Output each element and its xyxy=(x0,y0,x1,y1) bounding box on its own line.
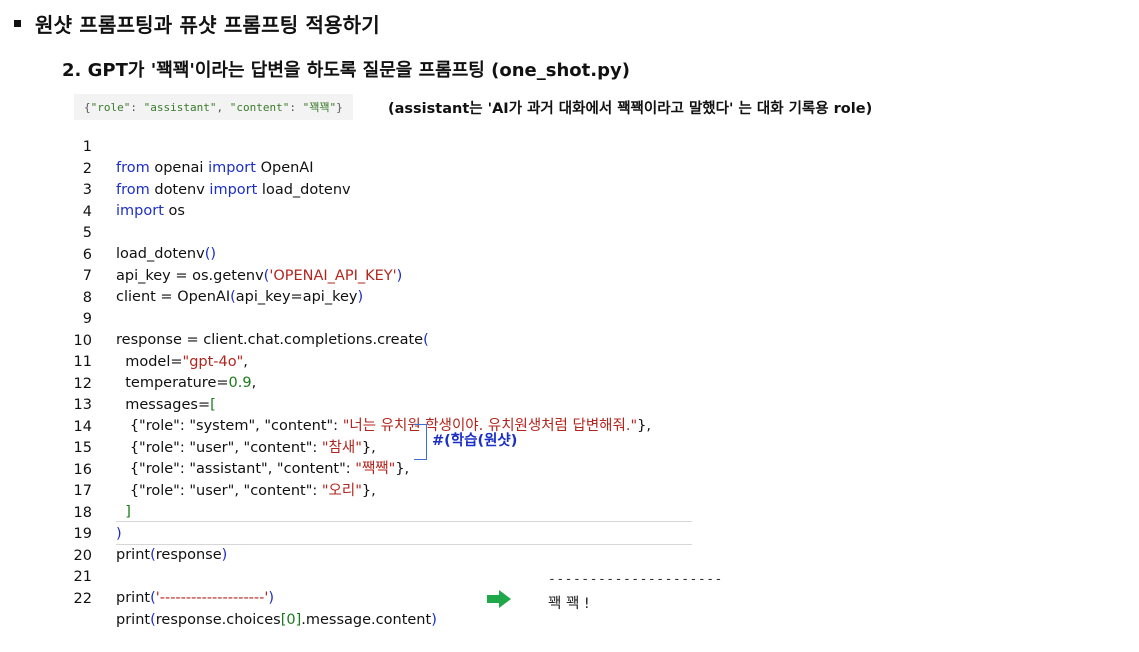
paren: ) xyxy=(221,547,228,563)
code-line-10: model="gpt-4o", xyxy=(60,331,248,370)
code-text: dotenv xyxy=(149,181,210,198)
code-text: {"role": "assistant", "content": xyxy=(116,461,356,477)
code-text: api_key = os.getenv xyxy=(116,267,264,284)
snippet-colon-2: : xyxy=(289,100,303,114)
code-line-13: {"role": "system", "content": "너는 유치원 학생… xyxy=(60,395,651,434)
code-line-2: from dotenv import load_dotenv xyxy=(60,159,351,198)
code-text: {"role": "user", "content": xyxy=(116,439,322,456)
paren: ( xyxy=(423,332,429,348)
code-text: }, xyxy=(361,439,376,456)
code-text: openai xyxy=(149,160,209,176)
string-literal: "오리" xyxy=(321,482,362,499)
paren: ) xyxy=(116,525,122,542)
code-text: load_dotenv xyxy=(257,181,351,198)
code-text: .message.content xyxy=(301,611,432,628)
code-text: }, xyxy=(361,482,376,499)
code-text: response = client.chat.completions.creat… xyxy=(116,332,424,348)
code-text: }, xyxy=(395,461,410,477)
assistant-note: (assistant는 'AI가 과거 대화에서 꽥꽥이라고 말했다' 는 대화… xyxy=(388,101,873,117)
paren: ) xyxy=(431,611,437,628)
code-text: client = OpenAI xyxy=(116,289,231,305)
subtitle: 2. GPT가 '꽥꽥'이라는 답변을 하도록 질문을 프롬프팅 (one_sh… xyxy=(62,60,630,81)
number-literal: 0.9 xyxy=(228,375,252,391)
code-line-21: print('--------------------') xyxy=(60,567,274,606)
code-text: }, xyxy=(637,418,651,434)
keyword: import xyxy=(209,181,258,198)
code-line-7: client = OpenAI(api_key=api_key) xyxy=(60,266,363,305)
snippet-content-key: "content" xyxy=(229,100,290,114)
string-literal: 'OPENAI_API_KEY' xyxy=(269,267,397,284)
bracket: ] xyxy=(116,504,131,520)
code-text: {"role": "system", "content": xyxy=(116,418,343,434)
code-text: response.choices xyxy=(155,611,281,628)
keyword: import xyxy=(208,160,256,176)
code-snippet: { "role" : "assistant" , "content" : "꽥꽥… xyxy=(74,94,353,120)
snippet-comma: , xyxy=(216,100,230,114)
snippet-open: { xyxy=(84,100,91,114)
snippet-role-value: "assistant" xyxy=(143,100,217,114)
paren: ) xyxy=(357,289,364,305)
code-text: print xyxy=(116,547,151,563)
code-text: model= xyxy=(116,353,183,370)
paren: ) xyxy=(396,267,403,284)
bracket-marker xyxy=(414,424,427,460)
code-line-6: api_key = os.getenv('OPENAI_API_KEY') xyxy=(60,245,402,284)
code-line-22: print(response.choices[0].message.conten… xyxy=(60,589,437,628)
code-line-17: ] xyxy=(60,481,131,520)
code-text: api_key=api_key xyxy=(235,289,358,305)
keyword: from xyxy=(116,181,150,198)
code-text: {"role": "user", "content": xyxy=(116,482,322,499)
code-text: temperature= xyxy=(116,375,229,391)
one-shot-annotation: #(학습(원샷) xyxy=(432,433,518,449)
paren: () xyxy=(204,246,217,262)
string-literal: "참새" xyxy=(321,439,362,456)
bullet-icon xyxy=(14,19,21,27)
code-line-1: from openai import OpenAI xyxy=(60,137,314,176)
line-separator-top xyxy=(116,521,692,522)
code-text: , xyxy=(243,353,248,370)
snippet-role-key: "role" xyxy=(90,100,131,114)
string-literal: "짹짹" xyxy=(355,461,396,477)
code-line-12: messages=[ xyxy=(60,374,216,413)
code-line-11: temperature=0.9, xyxy=(60,352,256,391)
code-line-14: {"role": "user", "content": "참새"}, xyxy=(60,417,376,456)
code-text: load_dotenv xyxy=(116,246,205,262)
code-line-19: print(response) xyxy=(60,524,227,563)
code-text: , xyxy=(251,375,257,391)
code-line-3: import os xyxy=(60,180,185,219)
paren: ) xyxy=(268,590,275,606)
bracket: [ xyxy=(210,396,216,413)
code-line-16: {"role": "user", "content": "오리"}, xyxy=(60,460,376,499)
code-text: messages= xyxy=(116,396,211,413)
code-line-5: load_dotenv() xyxy=(60,223,216,262)
output-dash-line: --------------------- xyxy=(548,572,723,587)
code-text: print xyxy=(116,611,151,628)
code-text: print xyxy=(116,590,151,606)
index-literal: [0] xyxy=(280,611,302,628)
page-title: 원샷 프롬프팅과 퓨샷 프롬프팅 적용하기 xyxy=(35,12,380,37)
code-line-9: response = client.chat.completions.creat… xyxy=(60,309,429,348)
code-line-15: {"role": "assistant", "content": "짹짹"}, xyxy=(60,438,409,477)
title-row: 원샷 프롬프팅과 퓨샷 프롬프팅 적용하기 xyxy=(14,8,380,38)
code-line-18: ) xyxy=(60,503,122,542)
string-literal: "gpt-4o" xyxy=(182,353,244,370)
arrow-right-icon xyxy=(487,590,511,608)
keyword: import xyxy=(116,203,164,219)
code-text: os xyxy=(163,203,185,219)
keyword: from xyxy=(116,160,150,176)
snippet-colon-1: : xyxy=(130,100,144,114)
code-text: response xyxy=(155,547,222,563)
snippet-close: } xyxy=(336,100,343,114)
snippet-content-value: "꽥꽥" xyxy=(302,101,337,114)
code-text: OpenAI xyxy=(255,160,314,176)
string-literal: '--------------------' xyxy=(155,590,269,606)
line-separator-bottom xyxy=(116,544,692,545)
output-result: 꽥 꽥 ! xyxy=(548,596,590,612)
